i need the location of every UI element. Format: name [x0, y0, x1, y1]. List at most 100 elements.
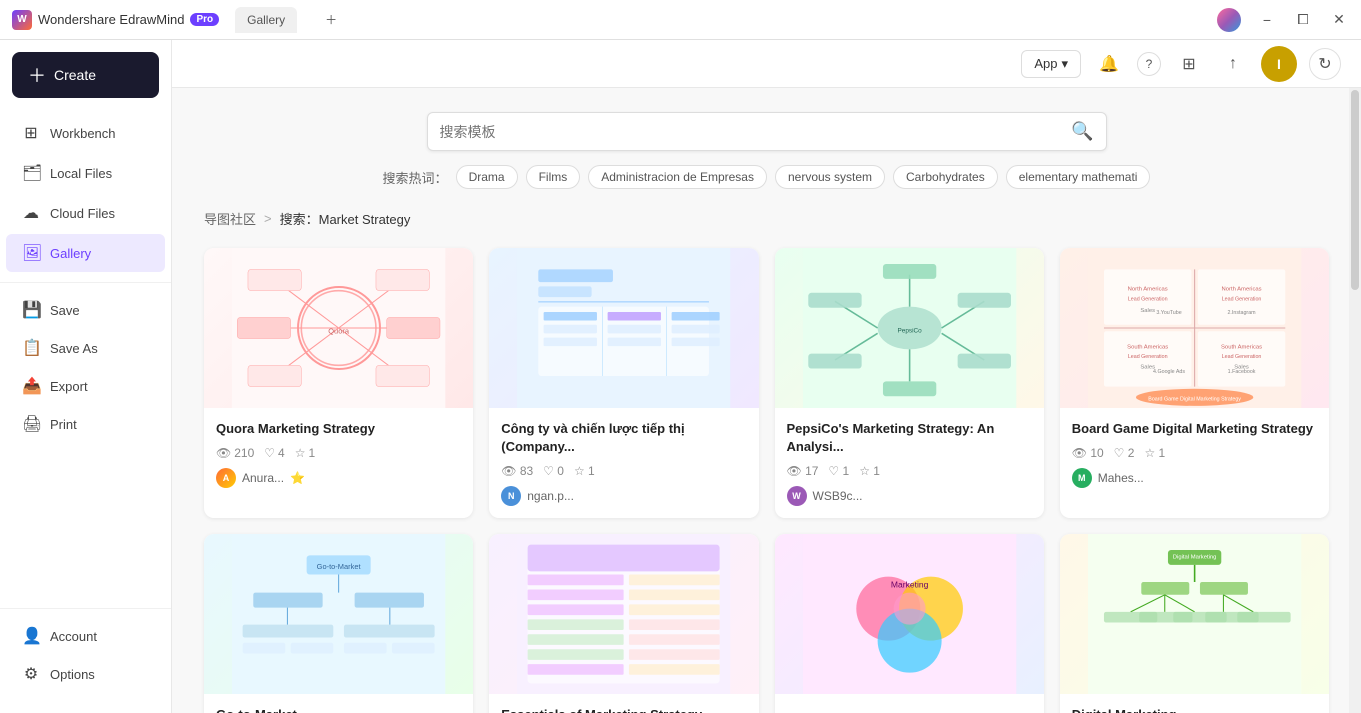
svg-text:Sales: Sales	[1140, 308, 1155, 314]
account-icon: 👤	[22, 626, 40, 646]
help-button[interactable]: ?	[1137, 52, 1161, 76]
search-icon[interactable]: 🔍	[1071, 121, 1093, 142]
hot-tag-nervous[interactable]: nervous system	[775, 165, 885, 189]
hot-tags-row: 搜索热词： Drama Films Administracion de Empr…	[383, 165, 1151, 189]
views-congty: 👁 83	[501, 464, 533, 478]
main-layout: ＋ Create ⊞ Workbench 🗂 Local Files ☁ Clo…	[0, 40, 1361, 713]
card-thumb-boardgame: North Americas Lead Generation North Ame…	[1060, 248, 1329, 408]
gallery-icon: 🖼	[22, 243, 40, 263]
sidebar-item-account[interactable]: 👤 Account	[6, 617, 165, 655]
sidebar-item-save[interactable]: 💾 Save	[6, 291, 165, 329]
card-body-extra1	[775, 694, 1044, 713]
author-avatar-pepsico: W	[787, 486, 807, 506]
grid-button[interactable]: ⊞	[1173, 48, 1205, 80]
titlebar-tab[interactable]: Gallery	[235, 7, 297, 33]
sidebar-item-local-files[interactable]: 🗂 Local Files	[6, 154, 165, 192]
save-icon: 💾	[22, 300, 40, 320]
card-title-goto: Go-to-Market	[216, 706, 461, 713]
chevron-down-icon: ▾	[1061, 56, 1068, 72]
card-pepsico[interactable]: PepsiCo	[775, 248, 1044, 518]
refresh-button[interactable]: ↻	[1309, 48, 1341, 80]
create-button[interactable]: ＋ Create	[12, 52, 159, 98]
sidebar-nav: ⊞ Workbench 🗂 Local Files ☁ Cloud Files …	[0, 110, 171, 608]
author-avatar-congty: N	[501, 486, 521, 506]
card-meta-congty: 👁 83 ♡ 0 ☆ 1	[501, 464, 746, 478]
card-author-congty: N ngan.p...	[501, 486, 746, 506]
breadcrumb-current: 搜索：Market Strategy	[280, 209, 411, 228]
scrollbar-thumb[interactable]	[1351, 90, 1359, 290]
sidebar-item-gallery[interactable]: 🖼 Gallery	[6, 234, 165, 272]
sidebar-item-save-as[interactable]: 📋 Save As	[6, 329, 165, 367]
sidebar-item-print[interactable]: 🖨 Print	[6, 405, 165, 443]
card-boardgame[interactable]: North Americas Lead Generation North Ame…	[1060, 248, 1329, 518]
card-meta-quora: 👁 210 ♡ 4 ☆ 1	[216, 446, 461, 460]
sidebar-item-label: Workbench	[50, 126, 116, 141]
card-title-essentials: Essentials of Marketing Strategy	[501, 706, 746, 713]
svg-text:Go-to-Market: Go-to-Market	[317, 563, 362, 572]
breadcrumb-separator: >	[264, 211, 272, 226]
user-profile-avatar[interactable]: I	[1261, 46, 1297, 82]
sidebar-item-cloud-files[interactable]: ☁ Cloud Files	[6, 194, 165, 232]
sidebar-item-label: Options	[50, 667, 95, 682]
card-thumb-goto: Go-to-Market	[204, 534, 473, 694]
svg-text:North Americas: North Americas	[1127, 287, 1167, 293]
card-extra1[interactable]: Marketing	[775, 534, 1044, 713]
search-box: 🔍	[427, 112, 1107, 151]
save-as-icon: 📋	[22, 338, 40, 358]
card-congty[interactable]: Công ty và chiến lược tiếp thị (Company.…	[489, 248, 758, 518]
likes-boardgame: ♡ 2	[1114, 446, 1135, 460]
author-avatar-boardgame: M	[1072, 468, 1092, 488]
card-thumb-pepsico: PepsiCo	[775, 248, 1044, 408]
scrollbar[interactable]	[1349, 88, 1361, 713]
share-button[interactable]: ↑	[1217, 48, 1249, 80]
window-controls: − ⧠ ✕	[1217, 8, 1349, 32]
minimize-button[interactable]: −	[1257, 10, 1277, 30]
hot-tag-administracion[interactable]: Administracion de Empresas	[588, 165, 767, 189]
svg-text:2.Instagram: 2.Instagram	[1227, 310, 1256, 316]
svg-text:Lead Generation: Lead Generation	[1221, 354, 1261, 360]
views-quora: 👁 210	[216, 446, 254, 460]
author-avatar-quora: A	[216, 468, 236, 488]
card-meta-boardgame: 👁 10 ♡ 2 ☆ 1	[1072, 446, 1317, 460]
user-avatar[interactable]	[1217, 8, 1241, 32]
card-body-goto: Go-to-Market	[204, 694, 473, 713]
svg-text:Quora: Quora	[328, 326, 350, 335]
maximize-button[interactable]: ⧠	[1293, 10, 1313, 30]
hot-tag-films[interactable]: Films	[526, 165, 581, 189]
author-name-congty: ngan.p...	[527, 489, 574, 503]
sidebar-item-workbench[interactable]: ⊞ Workbench	[6, 114, 165, 152]
sidebar-item-export[interactable]: 📤 Export	[6, 367, 165, 405]
app-button[interactable]: App ▾	[1021, 50, 1081, 78]
search-input[interactable]	[440, 124, 1072, 140]
card-title-quora: Quora Marketing Strategy	[216, 420, 461, 438]
notification-button[interactable]: 🔔	[1093, 48, 1125, 80]
card-thumb-quora: Quora	[204, 248, 473, 408]
close-button[interactable]: ✕	[1329, 10, 1349, 30]
content-area: 🔍 搜索热词： Drama Films Administracion de Em…	[172, 88, 1361, 713]
stars-quora: ☆ 1	[295, 446, 315, 460]
card-author-boardgame: M Mahes...	[1072, 468, 1317, 488]
card-digital[interactable]: Digital Marketing Digital Marketing	[1060, 534, 1329, 713]
options-icon: ⚙	[22, 664, 40, 684]
hot-tag-carbohydrates[interactable]: Carbohydrates	[893, 165, 998, 189]
sidebar-item-label: Local Files	[50, 166, 112, 181]
svg-text:Lead Generation: Lead Generation	[1128, 296, 1168, 302]
breadcrumb-community[interactable]: 导图社区	[204, 209, 256, 228]
sidebar-item-options[interactable]: ⚙ Options	[6, 655, 165, 693]
add-tab-button[interactable]: ＋	[313, 5, 349, 34]
sidebar: ＋ Create ⊞ Workbench 🗂 Local Files ☁ Clo…	[0, 40, 172, 713]
card-goto[interactable]: Go-to-Market	[204, 534, 473, 713]
create-label: Create	[54, 67, 96, 83]
card-quora[interactable]: Quora Quora Marketing Strategy 👁 210 ♡ 4…	[204, 248, 473, 518]
card-body-boardgame: Board Game Digital Marketing Strategy 👁 …	[1060, 408, 1329, 500]
card-essentials[interactable]: Essentials of Marketing Strategy 👁 7 ♡ 1…	[489, 534, 758, 713]
stars-pepsico: ☆ 1	[859, 464, 880, 478]
card-body-quora: Quora Marketing Strategy 👁 210 ♡ 4 ☆ 1 A…	[204, 408, 473, 500]
stars-congty: ☆ 1	[574, 464, 595, 478]
svg-text:PepsiCo: PepsiCo	[897, 327, 922, 334]
svg-text:Digital Marketing: Digital Marketing	[1173, 555, 1217, 561]
hot-tag-drama[interactable]: Drama	[456, 165, 518, 189]
author-name-pepsico: WSB9c...	[813, 489, 863, 503]
sidebar-item-label: Cloud Files	[50, 206, 115, 221]
hot-tag-elementary[interactable]: elementary mathemati	[1006, 165, 1151, 189]
